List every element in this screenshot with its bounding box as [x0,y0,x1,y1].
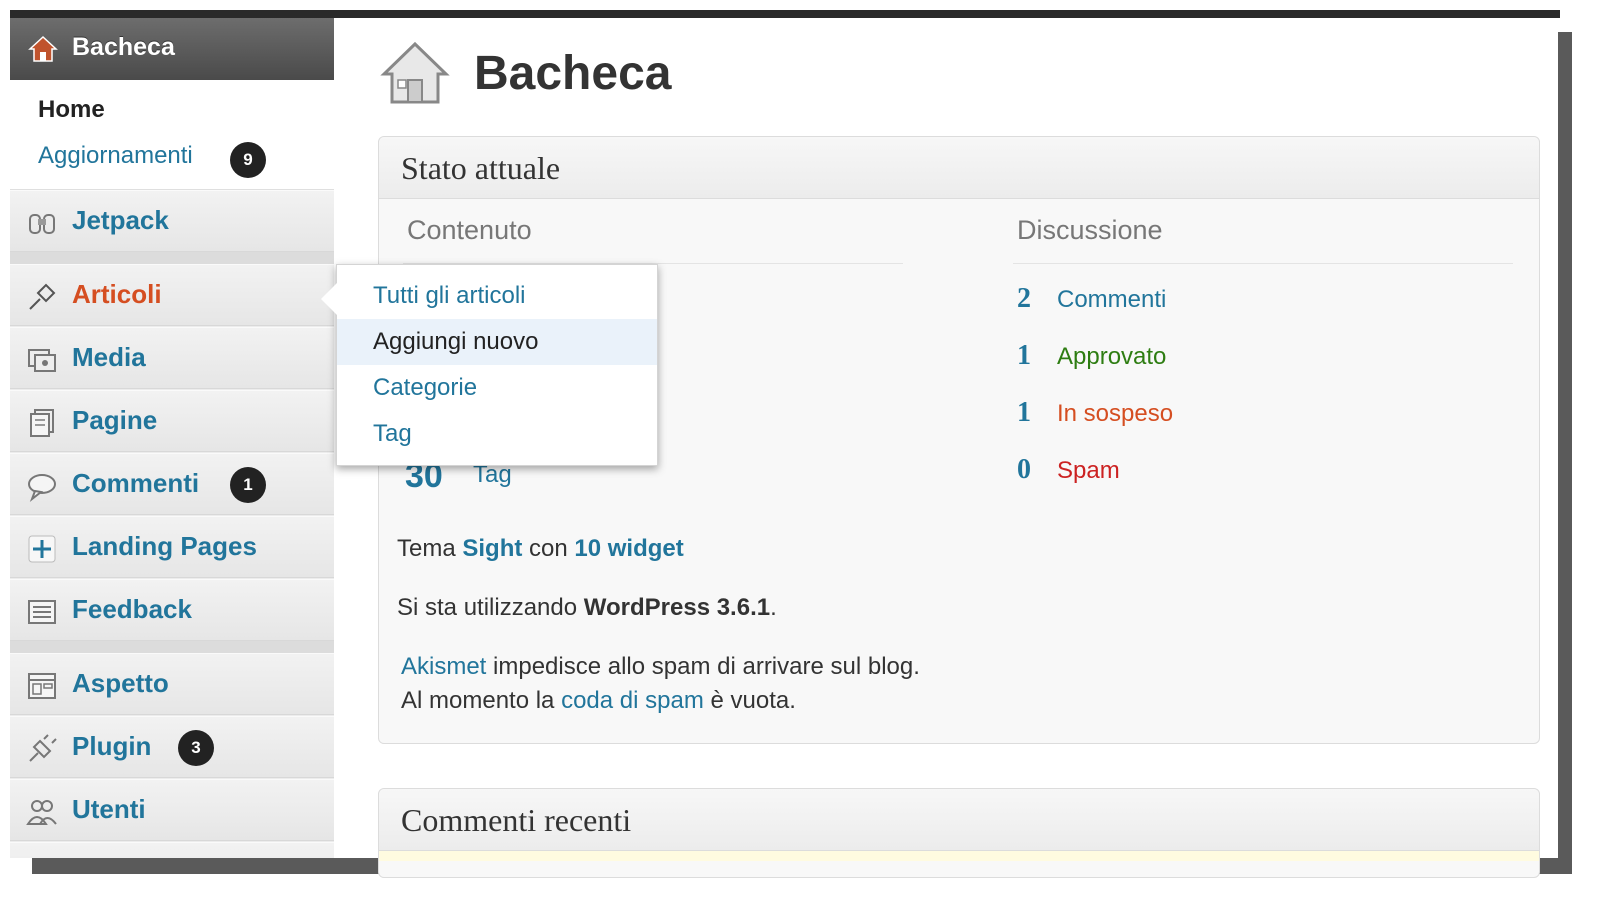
comments-count-badge: 1 [230,467,266,503]
flyout-item-add-new[interactable]: Aggiungi nuovo [337,319,657,365]
menu-item-articoli[interactable]: Articoli [10,264,334,326]
spam-queue-prefix: Al momento la [401,687,562,714]
version-suffix: . [770,594,777,621]
menu-label: Utenti [72,794,146,824]
commenti-recenti-widget: Commenti recenti [378,788,1540,878]
comments-icon [28,474,56,502]
flyout-item-categories[interactable]: Categorie [337,365,657,411]
menu-label: Commenti [72,468,200,498]
flyout-item-all-posts[interactable]: Tutti gli articoli [337,273,657,319]
version-prefix: Si sta utilizzando [397,594,584,621]
menu-label: Pagine [72,405,158,435]
home-icon [380,41,450,104]
flyout-item-tags[interactable]: Tag [337,411,657,457]
plugin-count-badge: 3 [178,730,214,766]
menu-item-media[interactable]: Media [10,327,334,389]
menu-item-aspetto[interactable]: Aspetto [10,653,334,715]
approved-label: Approvato [1057,343,1167,370]
menu-separator [10,252,334,264]
frame-shadow-right [1558,32,1572,872]
spam-queue-link[interactable]: coda di spam [561,687,704,714]
widgets-link[interactable]: 10 widget [574,535,683,562]
menu-label: Aspetto [72,668,169,698]
flyout-pointer [321,283,337,315]
version-info: Si sta utilizzando WordPress 3.6.1. [397,594,777,622]
menu-label: Bacheca [72,33,175,61]
page-title: Bacheca [474,47,672,100]
akismet-text: impedisce allo spam di arrivare sul blog… [486,653,920,680]
widget-title[interactable]: Stato attuale [379,137,1539,199]
discussion-heading: Discussione [1017,215,1163,245]
menu-label: Feedback [72,594,192,624]
updates-count-badge: 9 [230,142,266,178]
menu-label: Plugin [72,731,152,761]
theme-info: Tema Sight con 10 widget [397,535,684,563]
feedback-icon [28,600,56,624]
menu-label: Articoli [72,279,162,309]
menu-item-pagine[interactable]: Pagine [10,390,334,452]
jetpack-icon [29,214,55,234]
menu-item-plugin[interactable]: Plugin 3 [10,716,334,778]
appearance-icon [28,673,56,699]
menu-item-landing-pages[interactable]: Landing Pages [10,516,334,578]
wordpress-version: WordPress 3.6.1 [583,594,771,621]
menu-item-jetpack[interactable]: Jetpack [10,190,334,252]
admin-sidebar: Bacheca Home Aggiornamenti 9 Jetpack Art… [10,18,334,858]
plugin-icon [29,734,57,762]
submenu-updates[interactable]: Aggiornamenti [38,142,193,170]
discussion-divider [1013,263,1513,264]
menu-label: Media [72,342,146,372]
menu-item-utenti[interactable]: Utenti [10,779,334,841]
bacheca-submenu: Home Aggiornamenti 9 [10,80,334,190]
pending-label: In sospeso [1057,400,1174,427]
akismet-link[interactable]: Akismet [401,653,486,680]
theme-link[interactable]: Sight [462,535,522,562]
theme-mid: con [522,535,575,562]
menu-item-partial [10,842,334,858]
spam-queue-suffix: è vuota. [703,687,796,714]
pending-comment-highlight [379,851,1539,861]
top-frame-bar [10,10,1560,18]
pin-icon [29,283,56,310]
spam-count: 0 [1017,454,1031,485]
theme-prefix: Tema [397,535,463,562]
spam-label: Spam [1057,457,1120,484]
pending-count: 1 [1017,397,1031,428]
submenu-home[interactable]: Home [38,96,105,124]
widget-title[interactable]: Commenti recenti [379,789,1539,851]
pages-icon [30,409,54,437]
approved-count: 1 [1017,340,1031,371]
comments-label: Commenti [1057,286,1167,313]
plus-icon [28,535,56,563]
comments-count: 2 [1017,283,1031,314]
content-heading: Contenuto [407,215,532,245]
menu-separator [10,641,334,653]
menu-item-feedback[interactable]: Feedback [10,579,334,641]
users-icon [26,800,57,825]
home-icon [28,35,58,62]
menu-item-bacheca[interactable]: Bacheca [10,18,334,80]
akismet-info-line1: Akismet impedisce allo spam di arrivare … [401,653,920,681]
media-icon [28,349,56,372]
menu-label: Landing Pages [72,531,257,561]
akismet-info-line2: Al momento la coda di spam è vuota. [401,687,796,715]
menu-label: Jetpack [72,205,169,235]
articoli-flyout-menu: Tutti gli articoli Aggiungi nuovo Catego… [321,264,658,466]
menu-item-commenti[interactable]: Commenti 1 [10,453,334,515]
